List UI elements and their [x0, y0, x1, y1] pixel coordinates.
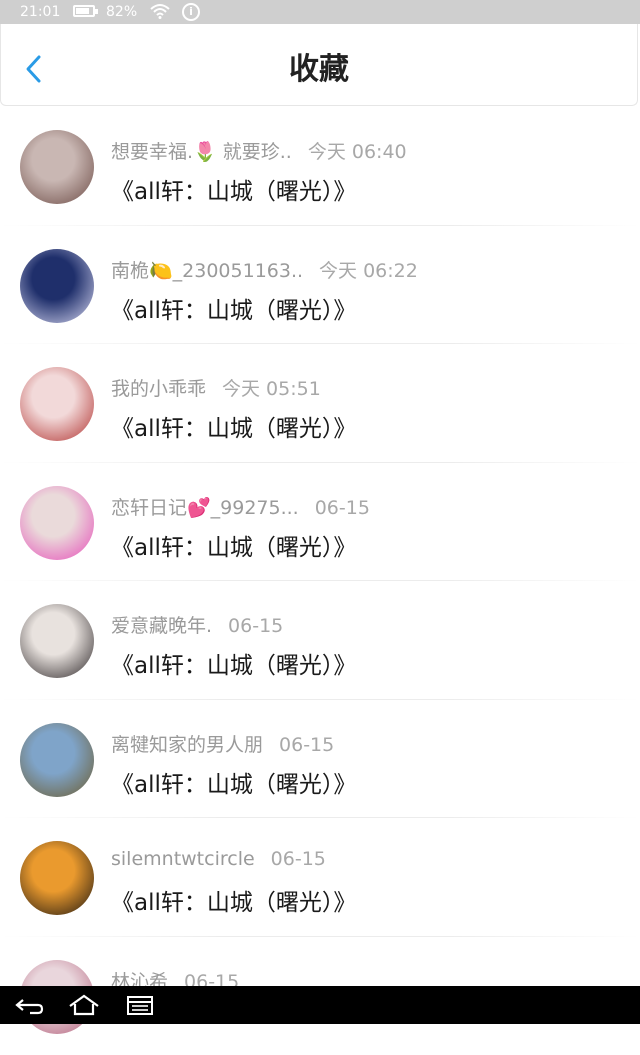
favorite-item[interactable]: 恋轩日记💕_99275... 06-15 《all轩：山城（曙光）》: [0, 463, 640, 582]
user-name[interactable]: 爱意藏晚年.: [111, 615, 212, 637]
user-name[interactable]: 南桅🍋_230051163..: [111, 260, 303, 282]
item-meta: 恋轩日记💕_99275... 06-15: [111, 493, 370, 520]
avatar[interactable]: [20, 130, 94, 204]
wifi-icon: [150, 3, 170, 19]
avatar[interactable]: [20, 604, 94, 678]
item-meta: 想要幸福.🌷 就要珍.. 今天 06:40: [111, 137, 407, 164]
favorite-item[interactable]: 我的小乖乖今天 05:51 《all轩：山城（曙光）》: [0, 344, 640, 463]
favorites-list: 想要幸福.🌷 就要珍.. 今天 06:40 《all轩：山城（曙光）》 南桅🍋_2…: [0, 107, 640, 1055]
nav-back-icon[interactable]: [12, 992, 46, 1018]
favorite-item[interactable]: 爱意藏晚年. 06-15 《all轩：山城（曙光）》: [0, 581, 640, 700]
item-meta: 离犍知家的男人朋 06-15: [111, 730, 334, 757]
avatar[interactable]: [20, 723, 94, 797]
item-time: 今天 05:51: [222, 378, 321, 400]
item-time: 今天 06:22: [319, 260, 418, 282]
avatar[interactable]: [20, 367, 94, 441]
status-bar: 21:01 82% i: [0, 0, 640, 24]
item-meta: 爱意藏晚年. 06-15: [111, 611, 283, 638]
post-title[interactable]: 《all轩：山城（曙光）》: [111, 883, 356, 917]
post-title[interactable]: 《all轩：山城（曙光）》: [111, 172, 356, 206]
battery-percent: 82%: [106, 4, 137, 20]
header: 收藏: [0, 24, 638, 106]
favorite-item[interactable]: 离犍知家的男人朋 06-15 《all轩：山城（曙光）》: [0, 700, 640, 819]
avatar[interactable]: [20, 486, 94, 560]
avatar[interactable]: [20, 249, 94, 323]
nav-home-icon[interactable]: [67, 992, 101, 1018]
user-name[interactable]: 我的小乖乖: [111, 378, 206, 400]
status-time: 21:01: [20, 4, 60, 20]
favorite-item[interactable]: 南桅🍋_230051163.. 今天 06:22 《all轩：山城（曙光）》: [0, 226, 640, 345]
post-title[interactable]: 《all轩：山城（曙光）》: [111, 646, 356, 680]
user-name[interactable]: 离犍知家的男人朋: [111, 734, 263, 756]
info-icon: i: [182, 3, 200, 21]
item-time: 06-15: [271, 848, 326, 870]
system-nav-bar: [0, 986, 640, 1024]
post-title[interactable]: 《all轩：山城（曙光）》: [111, 528, 356, 562]
item-time: 06-15: [279, 734, 334, 756]
item-meta: 我的小乖乖今天 05:51: [111, 374, 321, 401]
item-time: 06-15: [228, 615, 283, 637]
post-title[interactable]: 《all轩：山城（曙光）》: [111, 291, 356, 325]
avatar[interactable]: [20, 841, 94, 915]
item-time: 06-15: [315, 497, 370, 519]
item-meta: 南桅🍋_230051163.. 今天 06:22: [111, 256, 418, 283]
user-name[interactable]: 想要幸福.🌷 就要珍..: [111, 141, 292, 163]
post-title[interactable]: 《all轩：山城（曙光）》: [111, 765, 356, 799]
item-meta: silemntwtcircle 06-15: [111, 848, 326, 870]
nav-recent-apps-icon[interactable]: [123, 992, 157, 1018]
user-name[interactable]: silemntwtcircle: [111, 848, 255, 870]
post-title[interactable]: 《all轩：山城（曙光）》: [111, 409, 356, 443]
battery-icon: [73, 5, 95, 17]
user-name[interactable]: 恋轩日记💕_99275...: [111, 497, 299, 519]
page-title: 收藏: [1, 52, 637, 88]
item-time: 今天 06:40: [308, 141, 407, 163]
favorite-item[interactable]: silemntwtcircle 06-15 《all轩：山城（曙光）》: [0, 818, 640, 937]
favorite-item[interactable]: 想要幸福.🌷 就要珍.. 今天 06:40 《all轩：山城（曙光）》: [0, 107, 640, 226]
